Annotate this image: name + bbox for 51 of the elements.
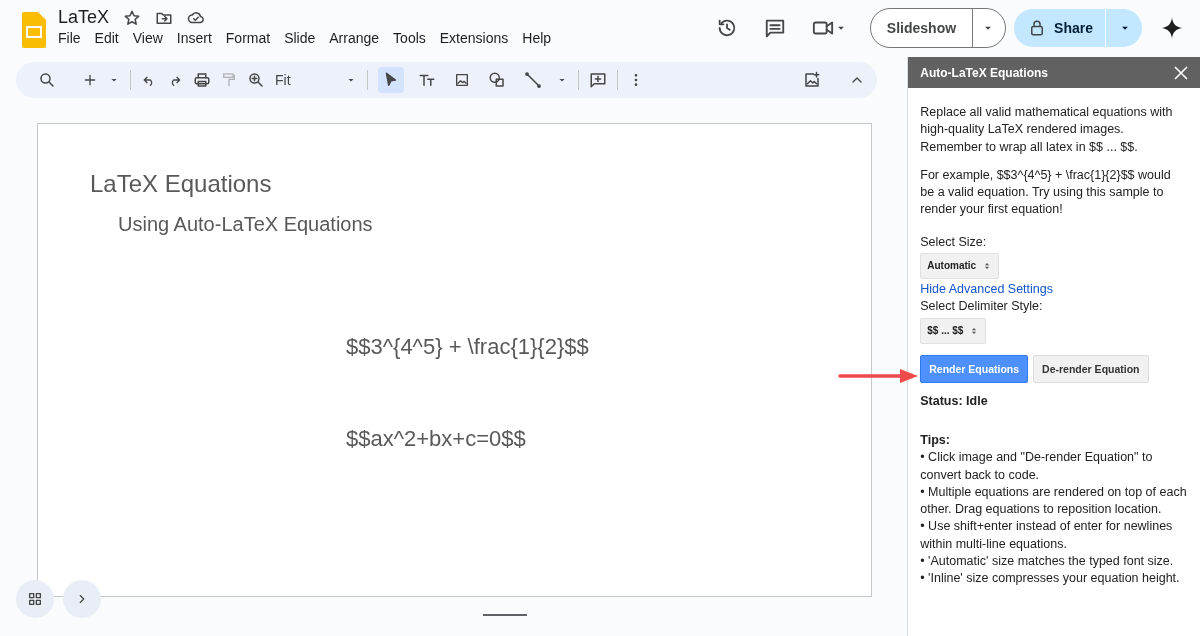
document-title[interactable]: LaTeX xyxy=(58,7,110,28)
print-icon xyxy=(193,71,211,89)
image-sparkle-icon xyxy=(803,71,822,89)
menu-item[interactable]: Insert xyxy=(169,28,219,48)
menu-item[interactable]: Arrange xyxy=(322,28,387,48)
tip-text: • 'Automatic' size matches the typed font size. xyxy=(920,553,1175,571)
menu-item[interactable]: Tools xyxy=(386,28,433,48)
image-icon xyxy=(454,72,470,88)
tip-text: • Multiple equations are rendered on top of each other. Drag equations to reposition location. xyxy=(920,483,1188,519)
tip-text: • 'Inline' size compresses your equation height. xyxy=(920,570,1181,588)
menu-item[interactable]: Help xyxy=(515,28,559,48)
slideshow-button[interactable]: Slideshow xyxy=(869,8,1007,48)
sidebar-title: Auto-LaTeX Equations xyxy=(920,65,1049,80)
description-text: For example, $$3^{4^5} + \frac{1}{2}$$ would be a valid equation. Try using this sample to render your first equation! xyxy=(920,166,1172,219)
equation-text: $$ax^2+bx+c=0$$ xyxy=(346,426,526,452)
size-label: Select Size: xyxy=(920,233,988,251)
tool-button[interactable] xyxy=(378,67,404,93)
delimiter-label: Select Delimiter Style: xyxy=(920,298,1044,316)
comment-icon xyxy=(763,17,786,39)
zoom-icon xyxy=(247,71,265,89)
shapes-icon xyxy=(488,71,506,89)
close-icon[interactable] xyxy=(1174,65,1188,80)
size-select[interactable]: Automatic xyxy=(920,253,1000,280)
menu-item[interactable]: Format xyxy=(218,28,278,48)
paint-roller-icon xyxy=(221,72,237,88)
tip-text: • Use shift+enter instead of enter for newlines within multi-line equations. xyxy=(920,518,1174,553)
advanced-settings-link[interactable]: Hide Advanced Settings xyxy=(920,281,1188,299)
menu-item[interactable]: Extensions xyxy=(432,28,516,48)
zoom-dropdown[interactable]: Fit xyxy=(275,72,335,88)
add-comment-icon xyxy=(589,71,607,89)
grid-view-button[interactable] xyxy=(16,580,54,618)
search-icon xyxy=(38,71,56,89)
plus-icon xyxy=(82,72,98,88)
status-text: Status: Idle xyxy=(920,392,989,410)
share-button[interactable]: Share xyxy=(1014,9,1142,47)
line-icon xyxy=(524,71,542,89)
delimiter-select[interactable]: $$ ... $$ xyxy=(920,317,987,344)
description-text: Replace all valid mathematical equations with high-quality LaTeX rendered images. Remember to wrap all latex in $$ ... $$. xyxy=(920,104,1174,156)
menu-item[interactable]: Slide xyxy=(277,28,323,48)
slide-title: LaTeX Equations xyxy=(90,170,272,198)
grid-icon xyxy=(27,591,43,607)
resize-handle[interactable] xyxy=(483,614,527,616)
star-icon xyxy=(123,8,142,27)
menu-item[interactable]: View xyxy=(125,28,170,48)
tips-heading: Tips: xyxy=(920,431,951,449)
equation-text: $$3^{4^5} + \frac{1}{2}$$ xyxy=(346,334,589,360)
menu-item[interactable]: Edit xyxy=(87,28,126,48)
de-render-button[interactable]: De-render Equation xyxy=(1033,354,1149,383)
menu-item[interactable]: File xyxy=(51,28,88,48)
slide-subtitle: Using Auto-LaTeX Equations xyxy=(118,213,373,236)
tip-text: • Click image and "De-render Equation" to convert back to code. xyxy=(920,449,1154,484)
